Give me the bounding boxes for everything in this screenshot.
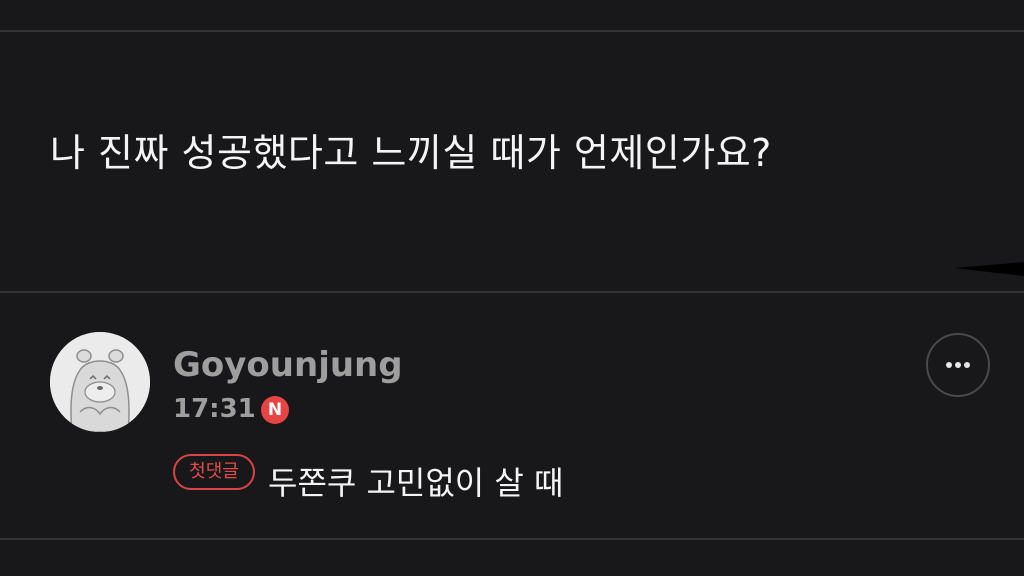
new-badge: N xyxy=(261,396,289,424)
comment-text: 두쫀쿠 고민없이 살 때 xyxy=(268,464,564,502)
post-divider xyxy=(0,291,1024,293)
user-avatar[interactable] xyxy=(50,332,150,432)
author-name[interactable]: Goyounjung xyxy=(173,345,403,385)
app-screen: 나 진짜 성공했다고 느끼실 때가 언제인가요? Goyounjung 17:3… xyxy=(0,0,1024,576)
post-question: 나 진짜 성공했다고 느끼실 때가 언제인가요? xyxy=(50,131,772,175)
comment-divider xyxy=(0,538,1024,540)
edge-shadow-decoration xyxy=(954,262,1024,276)
more-options-icon xyxy=(946,362,970,368)
first-comment-tag: 첫댓글 xyxy=(173,454,255,490)
bear-avatar-icon xyxy=(50,332,150,432)
comment-timestamp: 17:31 xyxy=(173,394,256,424)
top-divider xyxy=(0,30,1024,32)
more-options-button[interactable] xyxy=(926,333,990,397)
